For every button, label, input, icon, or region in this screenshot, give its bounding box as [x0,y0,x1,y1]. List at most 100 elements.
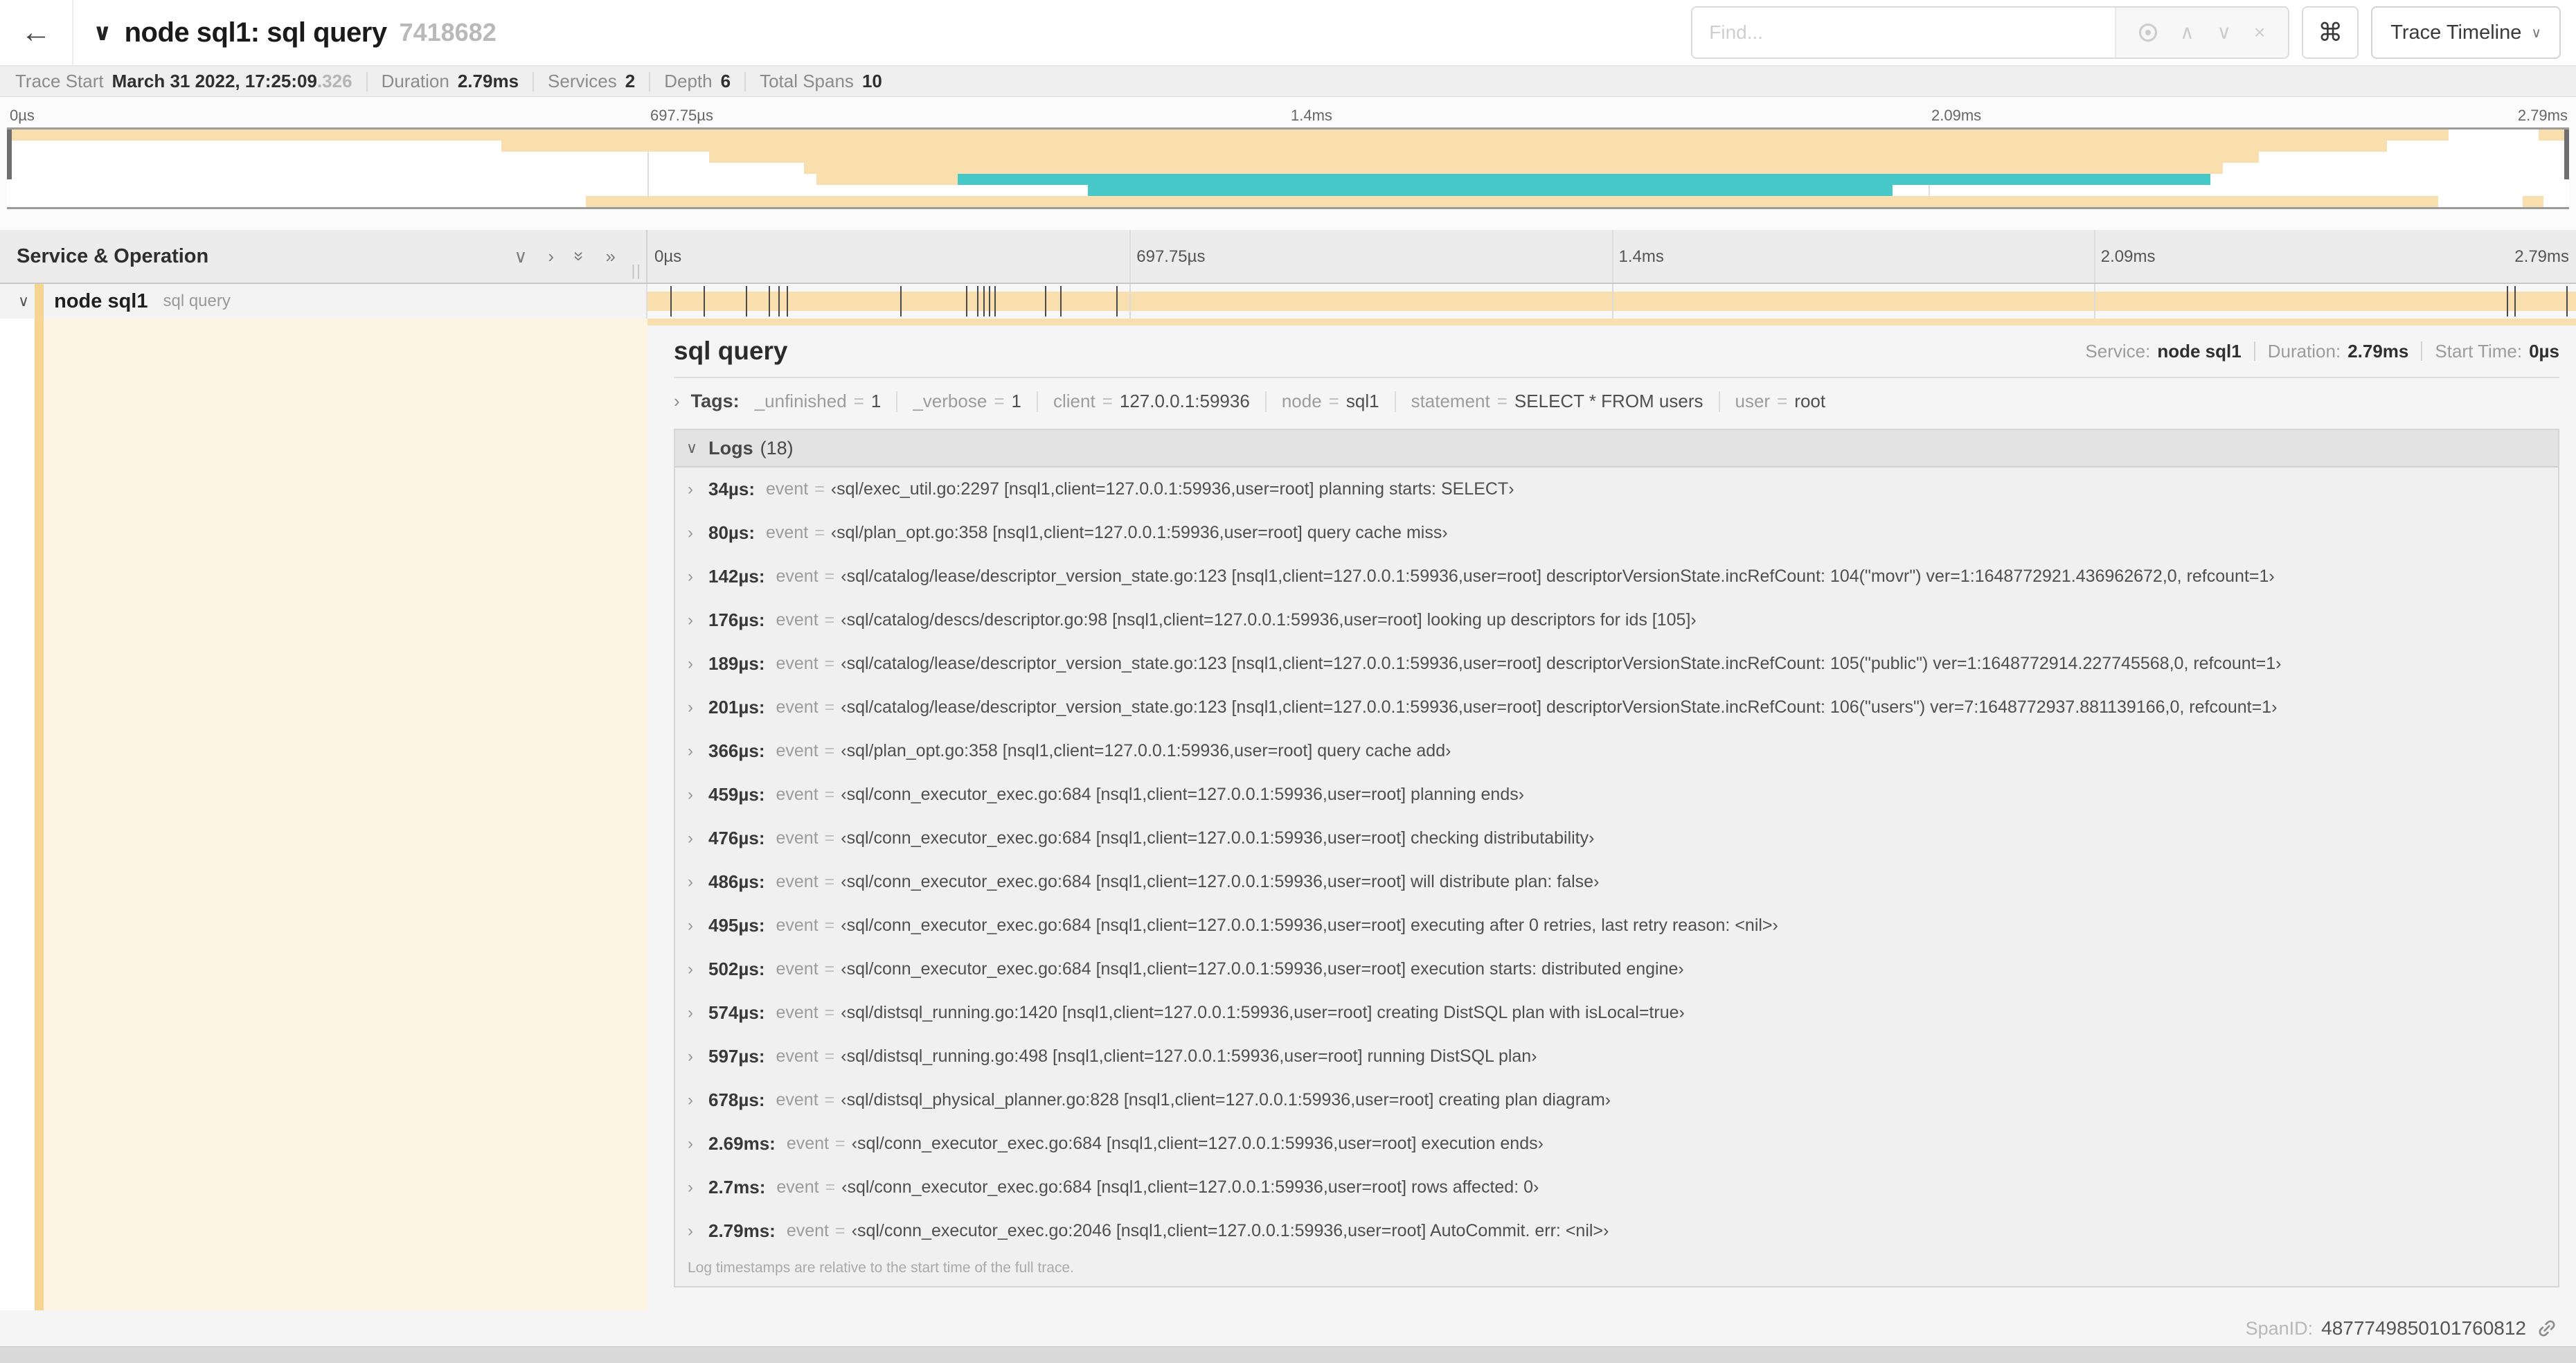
duration-label: Duration: [2267,340,2341,362]
chevron-right-icon: › [688,1221,693,1240]
log-row[interactable]: › 678µs: event = ‹sql/distsql_physical_plann… [675,1078,2558,1122]
log-row[interactable]: › 366µs: event = ‹sql/plan_opt.go:358 [nsql1… [675,729,2558,773]
log-field-value: ‹sql/exec_util.go:2297 [nsql1,client=127… [830,479,1514,499]
collapse-trace-chevron-icon[interactable]: ∨ [93,19,112,46]
spanid-label: SpanID: [2245,1317,2314,1339]
trace-view-selector-button[interactable]: Trace Timeline ∨ [2371,6,2561,59]
tree-controls: ∨ › » » [514,247,616,265]
timeline-tick-label: 2.79ms [2514,247,2569,266]
collapse-one-icon[interactable]: ∨ [514,247,527,265]
minimap-tick-labels: 0µs 697.75µs 1.4ms 2.09ms 2.79ms [7,107,2569,127]
summary-label: Duration [381,71,449,91]
minimap-canvas[interactable] [7,127,2569,209]
logs-header[interactable]: ∨ Logs (18) [675,430,2558,467]
expand-one-icon[interactable]: › [548,247,554,265]
tag-separator [896,391,898,412]
minimap-span-bar [957,174,2210,185]
tag-item: _verbose = 1 [913,391,1021,412]
service-value: node sql1 [2157,340,2242,362]
log-row[interactable]: › 2.69ms: event = ‹sql/conn_executor_exec.go… [675,1122,2558,1166]
log-equals: = [824,959,835,979]
log-field-value: ‹sql/conn_executor_exec.go:684 [nsql1,cl… [841,959,1684,979]
log-row[interactable]: › 189µs: event = ‹sql/catalog/lease/descript… [675,642,2558,686]
tags-accordion[interactable]: › Tags: _unfinished = 1 _verbose = 1 client = 12… [674,391,2559,412]
log-row[interactable]: › 459µs: event = ‹sql/conn_executor_exec.go:… [675,773,2558,817]
log-timestamp: 2.7ms: [708,1177,766,1197]
log-row[interactable]: › 502µs: event = ‹sql/conn_executor_exec.go:… [675,947,2558,991]
detail-span-title: sql query [674,337,788,365]
log-row[interactable]: › 176µs: event = ‹sql/catalog/descs/descript… [675,598,2558,642]
find-input[interactable] [1692,8,2116,57]
tag-separator [1394,391,1396,412]
log-row[interactable]: › 80µs: event = ‹sql/plan_opt.go:358 [nsql1,… [675,511,2558,555]
span-row[interactable]: ∨ node sql1 sql query [0,284,2576,319]
collapse-all-icon[interactable]: » [569,251,590,261]
timeline-gridline [2093,284,2095,319]
minimap-span-bar [2523,196,2543,207]
log-equals: = [814,479,825,499]
log-row[interactable]: › 476µs: event = ‹sql/conn_executor_exec.go:… [675,817,2558,860]
log-tick-mark [778,286,780,317]
span-bar-cell[interactable] [647,284,2576,319]
log-row[interactable]: › 2.79ms: event = ‹sql/conn_executor_exec.go… [675,1209,2558,1253]
tag-item: node = sql1 [1282,391,1379,412]
log-row[interactable]: › 574µs: event = ‹sql/distsql_running.go:142… [675,991,2558,1035]
log-timestamp: 176µs: [708,609,765,630]
chevron-down-icon: ∨ [2531,25,2541,41]
find-clear-icon[interactable]: × [2254,23,2265,42]
keyboard-shortcuts-button[interactable]: ⌘ [2302,6,2359,59]
log-field-value: ‹sql/conn_executor_exec.go:684 [nsql1,cl… [841,872,1600,891]
horizontal-scrollbar-track[interactable] [0,1346,2576,1363]
log-field-value: ‹sql/catalog/lease/descriptor_version_st… [841,697,2278,717]
detail-divider [674,377,2559,378]
log-row[interactable]: › 486µs: event = ‹sql/conn_executor_exec.go:… [675,860,2558,904]
chevron-right-icon: › [688,1177,693,1197]
log-tick-mark [2514,286,2516,317]
log-field-value: ‹sql/catalog/descs/descriptor.go:98 [nsq… [841,610,1697,630]
log-row[interactable]: › 495µs: event = ‹sql/conn_executor_exec.go:… [675,904,2558,947]
log-row[interactable]: › 201µs: event = ‹sql/catalog/lease/descript… [675,686,2558,729]
log-timestamp: 34µs: [708,479,755,499]
timeline-tick-label: 697.75µs [1136,247,1206,266]
chevron-right-icon: › [688,1134,693,1153]
summary-label: Total Spans [760,71,854,91]
log-timestamp: 597µs: [708,1046,765,1067]
log-tick-mark [900,286,902,317]
page-title: node sql1: sql query [124,17,387,48]
log-row[interactable]: › 597µs: event = ‹sql/distsql_running.go:498… [675,1035,2558,1078]
chevron-right-icon: › [688,567,693,586]
summary-label: Services [548,71,617,91]
log-timestamp: 502µs: [708,959,765,979]
minimap-span-bar [803,163,2224,174]
log-row[interactable]: › 142µs: event = ‹sql/catalog/lease/descript… [675,555,2558,598]
log-equals: = [835,1221,846,1240]
deep-link-icon[interactable] [2536,1317,2558,1339]
summary-separator [649,71,651,91]
back-button[interactable]: ← [0,0,73,66]
timeline-gridline [1129,230,1132,283]
find-next-icon[interactable]: ∨ [2217,23,2232,42]
log-tick-mark [746,286,748,317]
top-bar-actions: ∧ ∨ × ⌘ Trace Timeline ∨ [1691,6,2561,59]
column-resizer-handle[interactable]: || [632,262,642,280]
log-timestamp: 189µs: [708,653,765,674]
log-equals: = [824,872,835,891]
log-row[interactable]: › 2.7ms: event = ‹sql/conn_executor_exec.go:… [675,1166,2558,1209]
locate-icon[interactable] [2139,24,2158,42]
log-equals: = [824,1090,835,1110]
log-field-value: ‹sql/plan_opt.go:358 [nsql1,client=127.0… [841,741,1451,760]
minimap-left-scrubber[interactable] [7,130,12,179]
summary-separator [366,71,368,91]
find-prev-icon[interactable]: ∧ [2180,23,2194,42]
log-tick-mark [977,286,979,317]
tag-equals: = [853,391,864,411]
minimap-span-bar [1088,185,1893,196]
service-operation-title: Service & Operation [17,244,209,267]
log-row[interactable]: › 34µs: event = ‹sql/exec_util.go:2297 [nsql… [675,467,2558,511]
span-collapse-chevron-icon[interactable]: ∨ [18,292,29,310]
duration-value: 2.79ms [2347,340,2409,362]
log-timestamp: 201µs: [708,697,765,718]
service-operation-header: Service & Operation ∨ › » » || [0,230,647,283]
expand-all-icon[interactable]: » [606,247,616,265]
minimap-right-scrubber[interactable] [2564,130,2569,179]
